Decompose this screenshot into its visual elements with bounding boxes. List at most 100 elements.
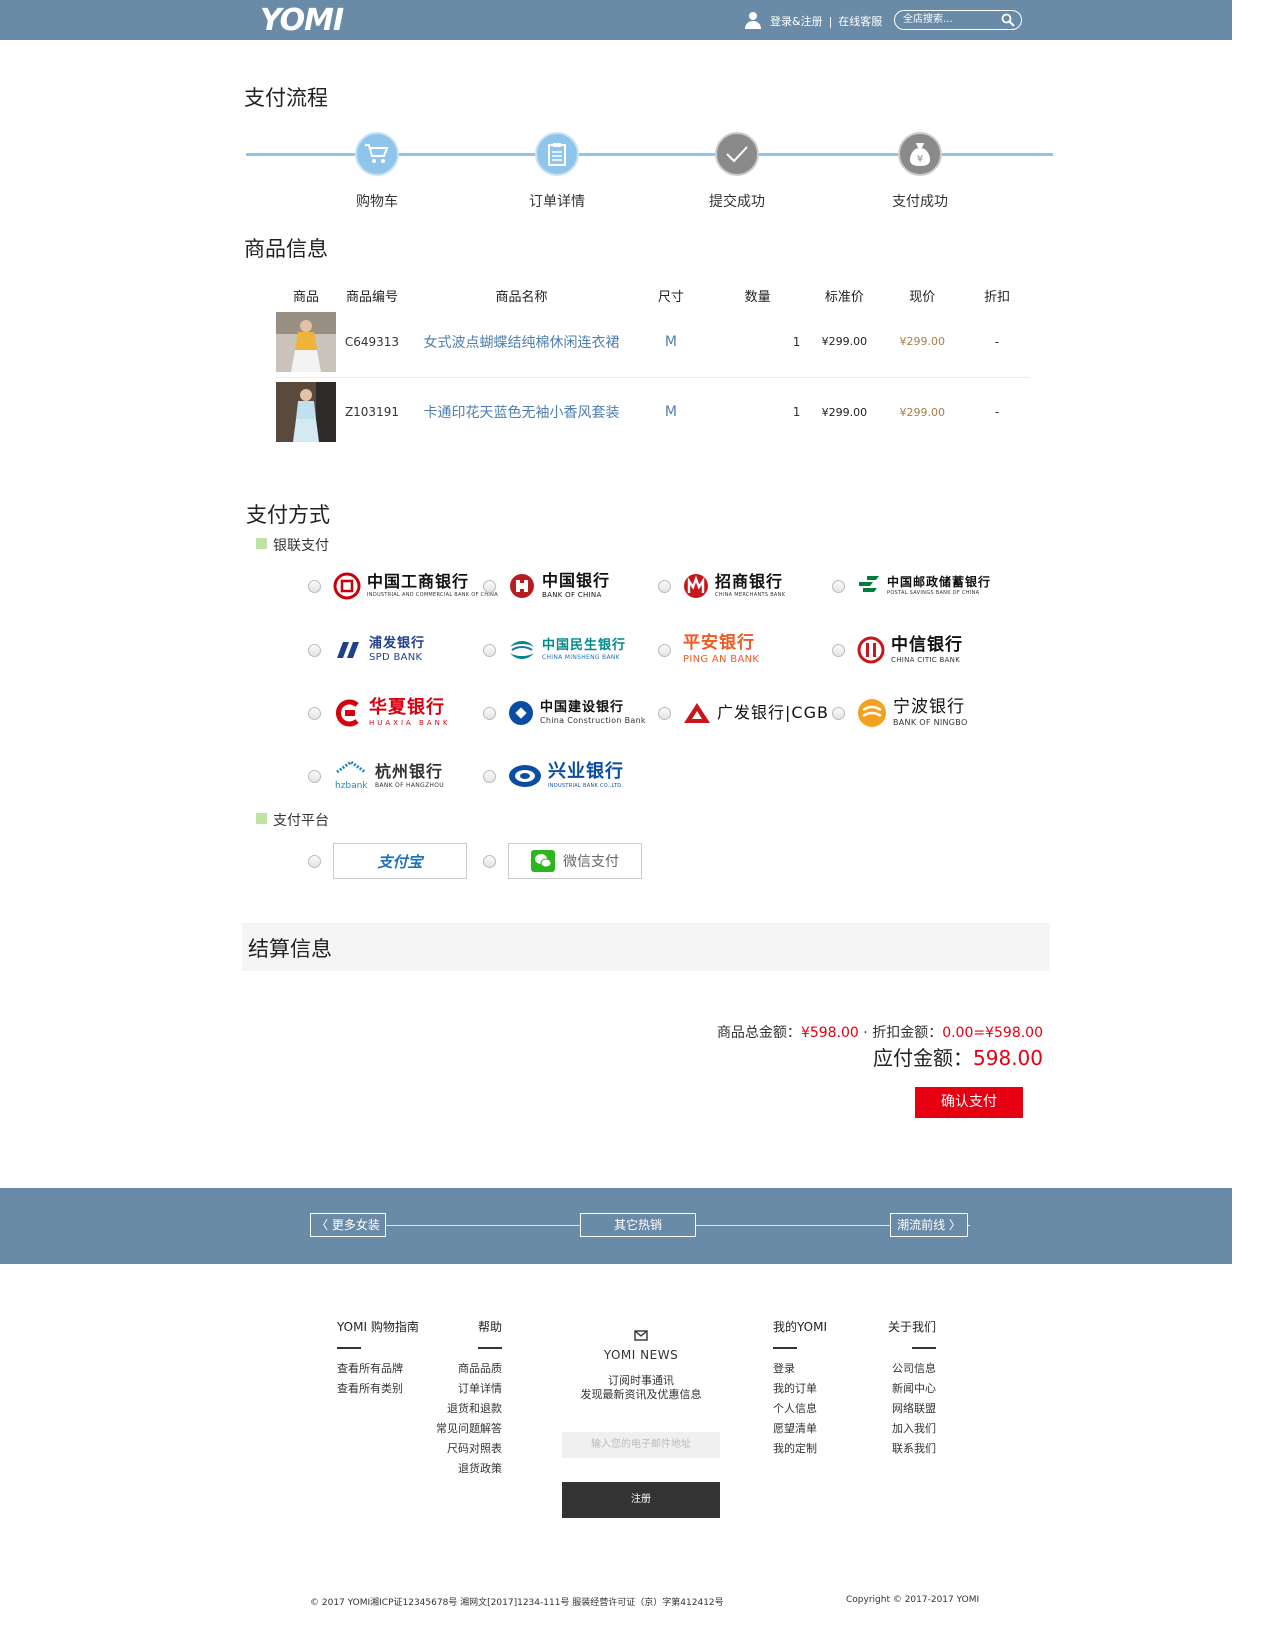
radio-button[interactable] — [308, 706, 321, 720]
footer-link[interactable]: 联系我们 — [870, 1439, 936, 1459]
spd-logo-icon — [337, 642, 359, 658]
radio-button[interactable] — [483, 706, 496, 720]
bank-option-spd[interactable]: 浦发银行 SPD BANK — [308, 630, 425, 670]
footer-link[interactable]: 我的定制 — [773, 1439, 827, 1459]
footer-link[interactable]: 尺码对照表 — [430, 1439, 502, 1459]
footer-link[interactable]: 退货政策 — [430, 1459, 502, 1479]
bank-option-ccb[interactable]: 中国建设银行 China Construction Bank — [483, 693, 646, 733]
table-row: C649313 女式波点蝴蝶结纯棉休闲连衣裙 M 1 ¥299.00 ¥299.… — [276, 307, 1030, 378]
bank-english-name: INDUSTRIAL BANK CO.,LTD. — [548, 783, 624, 789]
newsletter-title: YOMI NEWS — [603, 1348, 679, 1362]
radio-button[interactable] — [658, 579, 671, 593]
footer-divider — [478, 1347, 502, 1349]
bank-name: 浦发银行 — [369, 636, 426, 651]
amount-due-label: 应付金额： — [873, 1046, 974, 1070]
footer-link[interactable]: 查看所有品牌 — [337, 1359, 419, 1379]
bank-option-huaxia[interactable]: 华夏银行 HUAXIA BANK — [308, 693, 450, 733]
alipay-box[interactable]: 支付宝 — [333, 843, 467, 879]
bank-option-boc[interactable]: 中国银行 BANK OF CHINA — [483, 566, 610, 606]
discount-value: 0.00=¥598.00 — [942, 1025, 1043, 1041]
footer-link[interactable]: 我的订单 — [773, 1379, 827, 1399]
step-submitted: 提交成功 — [677, 132, 797, 211]
psbc-logo-icon — [859, 576, 879, 592]
product-size: M — [664, 404, 677, 421]
footer-link[interactable]: 常见问题解答 — [430, 1419, 502, 1439]
step-label: 支付成功 — [892, 194, 948, 210]
copyright-left: © 2017 YOMI湘ICP证12345678号 湘网文[2017]1234-… — [310, 1598, 724, 1608]
bank-english-name: POSTAL SAVINGS BANK OF CHINA — [887, 590, 980, 596]
product-thumbnail[interactable] — [276, 307, 336, 378]
footer-link[interactable]: 新闻中心 — [870, 1379, 936, 1399]
step-order-detail: 订单详情 — [497, 132, 617, 211]
bank-name: 招商银行 — [715, 572, 784, 591]
bank-option-hangzhou[interactable]: hzbank 杭州银行 BANK OF HANGZHOU — [308, 756, 444, 796]
product-name-link[interactable]: 女式波点蝴蝶结纯棉休闲连衣裙 — [407, 307, 636, 378]
radio-button[interactable] — [483, 854, 496, 868]
col-header: 现价 — [909, 289, 936, 305]
alipay-logo: 支付宝 — [377, 852, 423, 871]
settlement-header: 结算信息 — [242, 923, 1050, 971]
newsletter-line1: 订阅时事通讯 — [608, 1374, 674, 1387]
radio-button[interactable] — [658, 706, 671, 720]
radio-button[interactable] — [308, 769, 321, 783]
footer-link[interactable]: 查看所有类别 — [337, 1379, 419, 1399]
bank-option-cmb[interactable]: 招商银行 CHINA MERCHANTS BANK — [658, 566, 785, 606]
product-name-link[interactable]: 卡通印花天蓝色无袖小香风套装 — [408, 377, 635, 447]
bank-english-name: BANK OF NINGBO — [893, 718, 968, 727]
footer-link[interactable]: 退货和退款 — [430, 1399, 502, 1419]
footer-link[interactable]: 登录 — [773, 1359, 827, 1379]
footer-link[interactable]: 加入我们 — [870, 1419, 936, 1439]
bank-name: 平安银行 — [683, 633, 755, 653]
cmb-logo-icon — [684, 574, 708, 598]
bank-option-psbc[interactable]: 中国邮政储蓄银行 POSTAL SAVINGS BANK OF CHINA — [832, 566, 991, 606]
online-service-link[interactable]: 在线客服 — [838, 13, 882, 29]
footer-link[interactable]: 商品品质 — [430, 1359, 502, 1379]
wechat-pay-label: 微信支付 — [563, 854, 619, 870]
footer-link[interactable]: 公司信息 — [870, 1359, 936, 1379]
bank-option-cib[interactable]: 兴业银行 INDUSTRIAL BANK CO.,LTD. — [483, 756, 624, 796]
radio-button[interactable] — [483, 579, 496, 593]
product-thumbnail[interactable] — [276, 377, 336, 447]
wechat-pay-box[interactable]: 微信支付 — [508, 843, 642, 879]
footer-link[interactable]: 订单详情 — [430, 1379, 502, 1399]
bank-option-cmbc[interactable]: 中国民生银行 CHINA MINSHENG BANK — [483, 630, 626, 670]
radio-button[interactable] — [832, 643, 845, 657]
email-input[interactable]: 输入您的电子邮件地址 — [562, 1432, 720, 1458]
other-hot-sales-button[interactable]: 其它热销 — [580, 1213, 696, 1237]
register-button[interactable]: 注册 — [562, 1482, 720, 1518]
radio-button[interactable] — [308, 579, 321, 593]
bank-option-cgb[interactable]: 广发银行|CGB — [658, 693, 829, 733]
radio-button[interactable] — [832, 579, 845, 593]
footer-link[interactable]: 个人信息 — [773, 1399, 827, 1419]
bank-name: 宁波银行 — [893, 697, 965, 717]
radio-button[interactable] — [308, 854, 321, 868]
wechat-icon — [531, 850, 555, 872]
bank-name: 中国银行 — [542, 571, 611, 590]
logo[interactable]: YOMI — [260, 3, 344, 38]
radio-button[interactable] — [483, 769, 496, 783]
current-price: ¥299.00 — [899, 405, 946, 419]
platform-option-wechat[interactable]: 微信支付 — [483, 842, 642, 880]
bank-option-citic[interactable]: 中信银行 CHINA CITIC BANK — [832, 630, 963, 670]
goods-info-title: 商品信息 — [244, 237, 328, 261]
trend-front-button[interactable]: 潮流前线 〉 — [890, 1213, 968, 1237]
platform-option-alipay[interactable]: 支付宝 — [308, 842, 467, 880]
confirm-payment-button[interactable]: 确认支付 — [915, 1087, 1023, 1118]
login-register-link[interactable]: 登录&注册 — [770, 13, 823, 29]
footer-help-column: 帮助 商品品质 订单详情 退货和退款 常见问题解答 尺码对照表 退货政策 — [430, 1318, 502, 1479]
total-value: ¥598.00 — [800, 1025, 859, 1041]
footer-link[interactable]: 网络联盟 — [870, 1399, 936, 1419]
radio-button[interactable] — [483, 643, 496, 657]
newsletter-line2: 发现最新资讯及优惠信息 — [580, 1388, 702, 1401]
footer-link[interactable]: 愿望清单 — [773, 1419, 827, 1439]
search-icon[interactable] — [1001, 13, 1015, 27]
more-womenswear-button[interactable]: 〈 更多女装 — [310, 1213, 386, 1237]
radio-button[interactable] — [832, 706, 845, 720]
goods-table: 商品 商品编号 商品名称 尺寸 数量 标准价 现价 折扣 C649313 女式波… — [276, 283, 1030, 447]
radio-button[interactable] — [658, 643, 671, 657]
bank-option-icbc[interactable]: 中国工商银行 INDUSTRIAL AND COMMERCIAL BANK OF … — [308, 566, 498, 606]
search-input[interactable]: 全店搜索... — [894, 10, 1022, 30]
bank-option-ningbo[interactable]: 宁波银行 BANK OF NINGBO — [832, 693, 968, 733]
bank-option-pingan[interactable]: 平安银行 PING AN BANK — [658, 630, 759, 670]
radio-button[interactable] — [308, 643, 321, 657]
